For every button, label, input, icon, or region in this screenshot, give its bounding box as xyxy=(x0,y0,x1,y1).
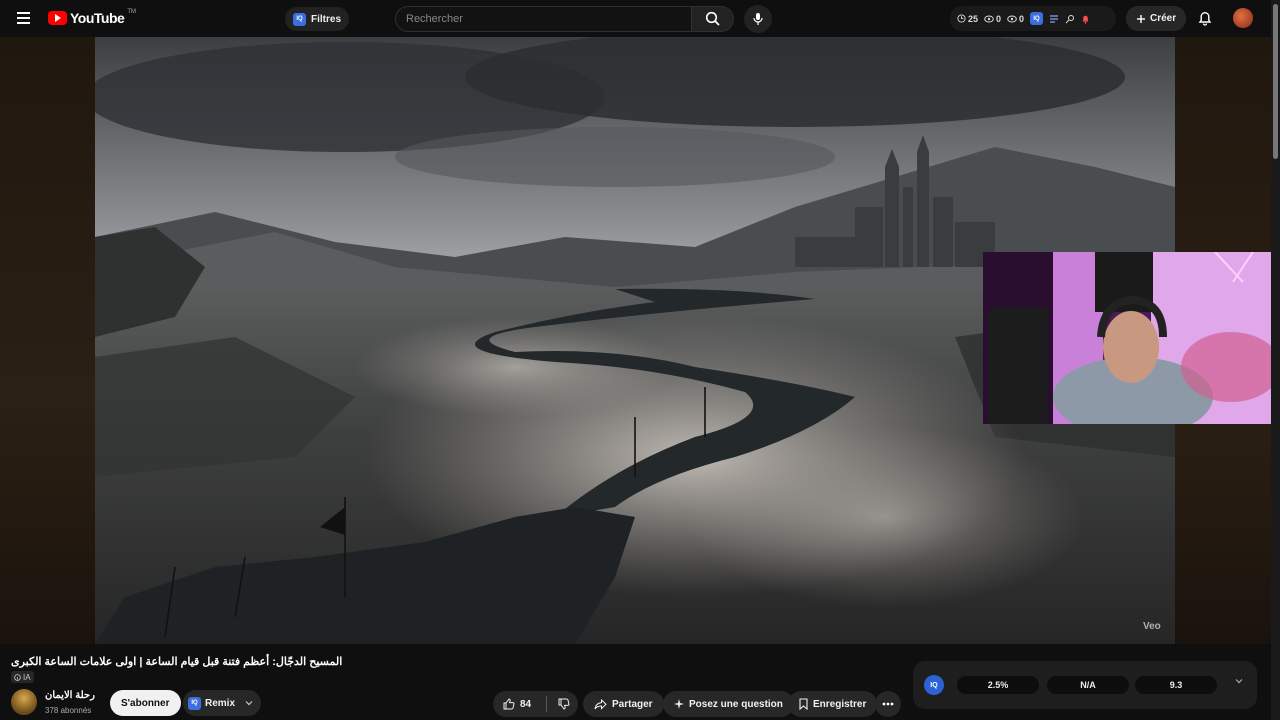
plus-icon xyxy=(1137,14,1145,23)
stat-views-b-value: 0 xyxy=(1019,13,1025,24)
youtube-play-icon xyxy=(48,11,67,25)
microphone-icon xyxy=(753,13,763,25)
webcam-overlay xyxy=(983,252,1271,424)
chevron-down-icon[interactable] xyxy=(1235,678,1243,684)
bell-icon xyxy=(1198,12,1212,26)
extension-stats-pill[interactable]: 25 0 0 IQ xyxy=(950,6,1116,31)
scrollbar-thumb[interactable] xyxy=(1273,4,1278,159)
list-icon[interactable] xyxy=(1049,14,1059,23)
iq-metric-score: 9.3 xyxy=(1135,676,1217,694)
stat-views-a: 0 xyxy=(984,14,1001,24)
filters-button[interactable]: IQ Filtres xyxy=(285,7,350,31)
eye-icon xyxy=(1007,15,1017,22)
save-button[interactable]: Enregistrer xyxy=(788,691,878,717)
ask-question-label: Posez une question xyxy=(689,698,783,710)
channel-name[interactable]: رحلة الايمان xyxy=(45,690,95,701)
create-button[interactable]: Créer xyxy=(1126,6,1187,31)
ask-question-button[interactable]: Posez une question xyxy=(663,691,794,717)
info-icon xyxy=(14,673,21,681)
alert-bell-icon[interactable] xyxy=(1081,14,1090,24)
chevron-down-icon xyxy=(245,701,253,706)
iq-metric-engagement: 2.5% xyxy=(957,676,1039,694)
share-button[interactable]: Partager xyxy=(583,691,664,717)
iq-logo-icon[interactable]: IQ xyxy=(924,675,944,695)
menu-icon[interactable] xyxy=(14,8,34,28)
iq-icon: IQ xyxy=(188,696,201,710)
eye-icon xyxy=(984,15,994,22)
account-avatar[interactable] xyxy=(1233,8,1253,28)
iq-metric-secondary: N/A xyxy=(1047,676,1129,694)
video-watermark: Veo xyxy=(1143,621,1161,632)
video-title: المسيح الدجّال: أعظم فتنة قبل قيام الساع… xyxy=(11,656,343,668)
clock-icon xyxy=(957,14,966,23)
remix-button[interactable]: IQ Remix xyxy=(183,690,262,716)
search-input[interactable]: Rechercher xyxy=(395,6,692,32)
subscribe-button[interactable]: S'abonner xyxy=(110,690,181,716)
share-icon xyxy=(594,698,607,710)
youtube-logo[interactable]: YouTube TM xyxy=(48,8,136,28)
like-dislike-group: 84 xyxy=(493,691,578,717)
stat-time-value: 25 xyxy=(968,13,979,24)
like-count[interactable]: 84 xyxy=(520,699,531,710)
create-label: Créer xyxy=(1150,13,1177,24)
bookmark-icon xyxy=(799,698,808,710)
masthead: YouTube TM IQ Filtres Rechercher 25 0 0 … xyxy=(0,0,1280,37)
more-actions-button[interactable] xyxy=(875,691,901,717)
search-button[interactable] xyxy=(692,6,734,32)
stat-views-a-value: 0 xyxy=(996,13,1002,24)
logo-trademark: TM xyxy=(127,9,136,15)
iq-metrics-panel: IQ 2.5% N/A 9.3 xyxy=(913,661,1257,709)
logo-text: YouTube xyxy=(70,10,125,26)
subscriber-count: 378 abonnés xyxy=(45,706,92,715)
thumbs-up-icon[interactable] xyxy=(503,698,515,710)
more-horizontal-icon xyxy=(882,702,894,706)
filters-label: Filtres xyxy=(311,13,342,25)
thumbs-down-icon[interactable] xyxy=(558,698,570,710)
sparkle-icon xyxy=(674,699,684,709)
like-divider xyxy=(546,696,548,712)
voice-search-button[interactable] xyxy=(744,5,772,33)
ai-label-text: IA xyxy=(23,672,31,682)
ai-label-badge: IA xyxy=(11,671,34,683)
pin-icon[interactable] xyxy=(1065,14,1075,24)
channel-avatar[interactable] xyxy=(11,689,37,715)
notifications-button[interactable] xyxy=(1194,7,1216,29)
remix-label: Remix xyxy=(205,697,236,709)
player-backdrop-left xyxy=(0,37,95,644)
iq-icon[interactable]: IQ xyxy=(1030,12,1044,25)
share-label: Partager xyxy=(612,698,653,710)
video-player[interactable]: Veo xyxy=(0,37,1271,644)
save-label: Enregistrer xyxy=(813,698,867,710)
iq-icon: IQ xyxy=(293,12,306,26)
search-icon xyxy=(705,11,720,26)
stat-views-b: 0 xyxy=(1007,14,1024,24)
stat-time: 25 xyxy=(957,14,978,24)
